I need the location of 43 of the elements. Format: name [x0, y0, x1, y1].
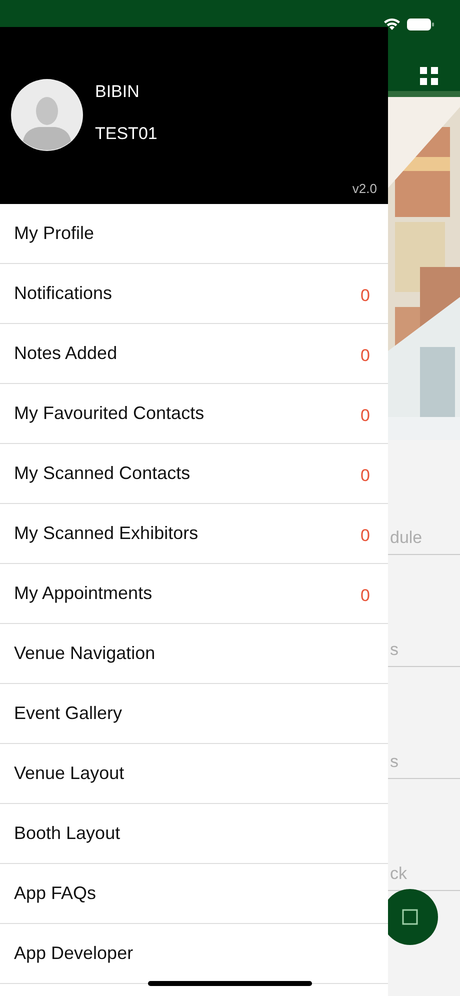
drawer-item-label: My Favourited Contacts — [14, 403, 204, 424]
count-label: 0 — [360, 286, 370, 306]
square-icon — [402, 909, 418, 925]
drawer-item[interactable]: My Profile — [0, 204, 388, 264]
menu-text: ck — [390, 864, 408, 884]
drawer-item[interactable]: Booth Layout — [0, 804, 388, 864]
drawer-item-label: My Scanned Exhibitors — [14, 523, 198, 544]
drawer-item[interactable]: My Scanned Contacts 0 — [0, 444, 388, 504]
count-label: 0 — [360, 586, 370, 606]
drawer-item-label: App FAQs — [14, 883, 96, 904]
drawer-item-label: My Appointments — [14, 583, 152, 604]
drawer-item-label: Booth Layout — [14, 823, 120, 844]
drawer-item[interactable]: Venue Layout — [0, 744, 388, 804]
drawer-item[interactable]: Notifications 0 — [0, 264, 388, 324]
count-label: 0 — [360, 406, 370, 426]
drawer-item-label: Notifications — [14, 283, 112, 304]
menu-text: s — [390, 640, 400, 660]
drawer-item-label: App Developer — [14, 943, 134, 964]
user-name: BIBIN — [95, 82, 140, 102]
drawer-item[interactable]: Event Gallery — [0, 684, 388, 744]
user-id: TEST01 — [95, 124, 158, 144]
app-version: v2.0 — [352, 181, 377, 196]
drawer-item[interactable]: Venue Navigation — [0, 624, 388, 684]
drawer-item[interactable]: My Favourited Contacts 0 — [0, 384, 388, 444]
drawer-item[interactable]: My Scanned Exhibitors 0 — [0, 504, 388, 564]
drawer-item[interactable]: App FAQs — [0, 864, 388, 924]
drawer-item-label: My Scanned Contacts — [14, 463, 190, 484]
drawer-item-label: Notes Added — [14, 343, 118, 364]
drawer-item-label: Venue Navigation — [14, 643, 156, 664]
battery-icon — [407, 18, 434, 31]
count-label: 0 — [360, 466, 370, 486]
count-label: 0 — [360, 526, 370, 546]
drawer-item[interactable]: My Appointments 0 — [0, 564, 388, 624]
drawer-item-label: Event Gallery — [14, 703, 122, 724]
drawer-item-label: My Profile — [14, 223, 94, 244]
drawer-item[interactable]: Notes Added 0 — [0, 324, 388, 384]
menu-text: s — [390, 752, 400, 772]
wifi-icon — [383, 18, 401, 31]
avatar — [11, 78, 83, 150]
menu-text: dule — [390, 528, 424, 548]
grid-icon[interactable] — [420, 67, 438, 85]
drawer-item-label: Venue Layout — [14, 763, 124, 784]
count-label: 0 — [360, 346, 370, 366]
